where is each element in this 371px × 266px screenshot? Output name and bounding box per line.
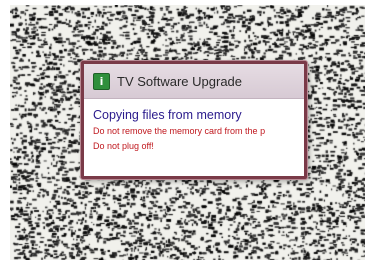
dialog-header: i TV Software Upgrade (84, 64, 304, 99)
dialog-body: Copying files from memory Do not remove … (84, 99, 304, 151)
software-upgrade-dialog: i TV Software Upgrade Copying files from… (81, 61, 307, 179)
status-message: Copying files from memory (93, 108, 242, 122)
warning-message-memory-card: Do not remove the memory card from the p (93, 126, 266, 136)
warning-message-plug: Do not plug off! (93, 141, 154, 151)
dialog-title: TV Software Upgrade (117, 73, 243, 89)
tv-screen: i TV Software Upgrade Copying files from… (10, 5, 365, 260)
info-icon: i (93, 72, 110, 90)
